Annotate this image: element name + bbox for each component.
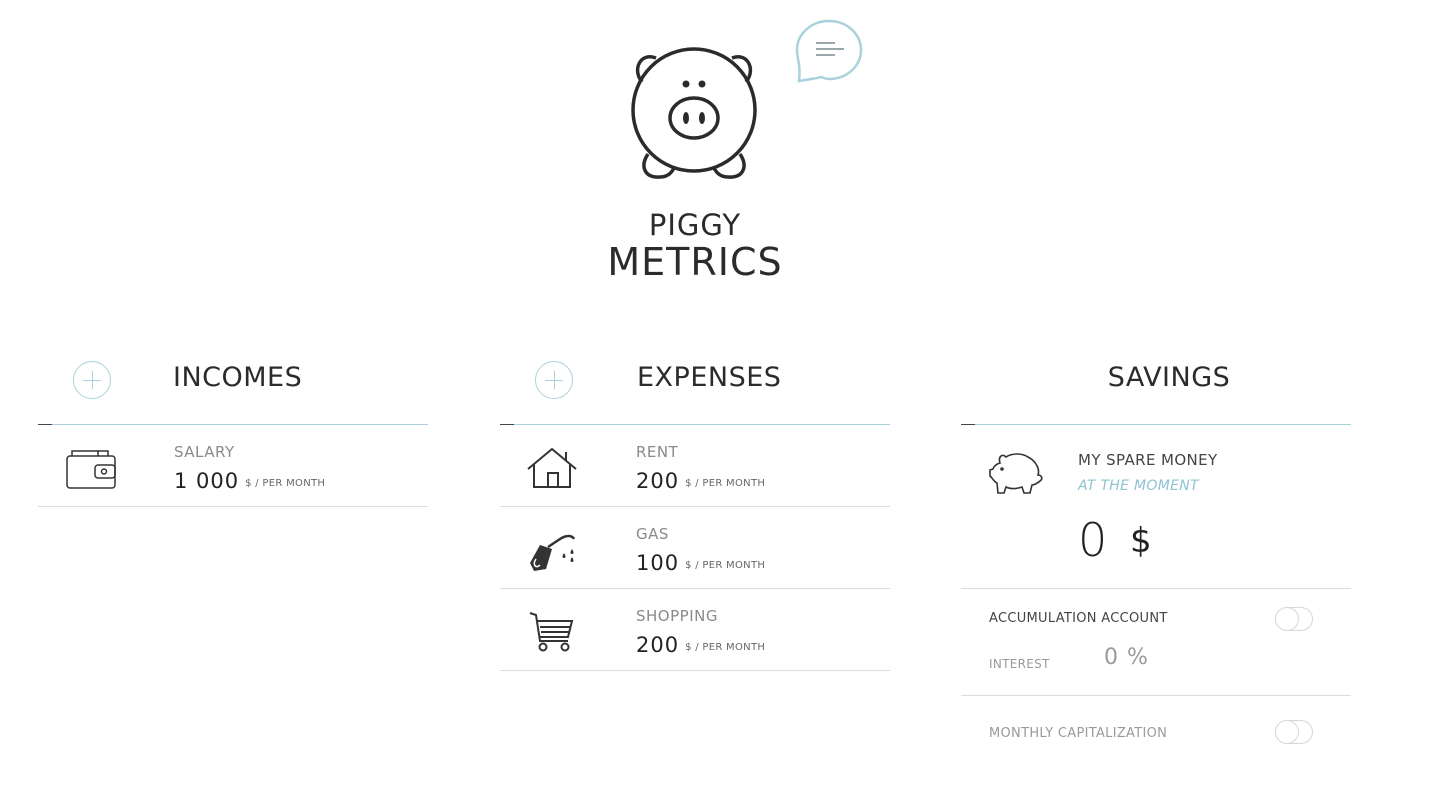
capitalization-label: MONTHLY CAPITALIZATION (989, 726, 1168, 741)
expenses-header: EXPENSES (500, 350, 890, 425)
income-amount-value: 1 000 (174, 469, 240, 493)
capitalization-toggle[interactable] (1275, 720, 1313, 744)
add-income-button[interactable] (73, 361, 111, 399)
chat-bubble-icon[interactable] (795, 19, 863, 85)
savings-sublabel: AT THE MOMENT (1078, 478, 1199, 494)
expense-unit: $ / PER MONTH (685, 642, 766, 653)
expenses-title: EXPENSES (637, 362, 782, 393)
accumulation-toggle[interactable] (1275, 607, 1313, 631)
shopping-cart-icon (529, 612, 574, 652)
savings-currency: $ (1130, 521, 1152, 561)
income-unit: $ / PER MONTH (245, 478, 326, 489)
capitalization-section: MONTHLY CAPITALIZATION (961, 696, 1351, 766)
interest-value[interactable]: 0 % (1104, 645, 1149, 670)
expense-unit: $ / PER MONTH (685, 478, 766, 489)
incomes-title: INCOMES (173, 362, 303, 393)
savings-label: MY SPARE MONEY (1078, 451, 1218, 469)
incomes-column: INCOMES SALARY 1 000 $ / PER MONTH (38, 350, 428, 507)
wallet-icon (66, 450, 116, 489)
income-row-salary[interactable]: SALARY 1 000 $ / PER MONTH (38, 425, 428, 507)
add-expense-button[interactable] (535, 361, 573, 399)
incomes-header: INCOMES (38, 350, 428, 425)
gas-pump-icon (530, 534, 576, 571)
interest-label: INTEREST (989, 657, 1050, 671)
savings-amount[interactable]: 0 (1078, 513, 1107, 567)
house-icon (527, 447, 577, 488)
expense-amount: 100 $ / PER MONTH (636, 551, 765, 575)
expense-amount: 200 $ / PER MONTH (636, 469, 765, 493)
expense-amount-value: 200 (636, 633, 680, 657)
piggy-bank-icon (989, 453, 1043, 494)
expense-name: GAS (636, 525, 669, 543)
expense-amount-value: 200 (636, 469, 680, 493)
expense-amount: 200 $ / PER MONTH (636, 633, 765, 657)
savings-header: SAVINGS (961, 350, 1351, 425)
expense-row-shopping[interactable]: SHOPPING 200 $ / PER MONTH (500, 589, 890, 671)
accumulation-label: ACCUMULATION ACCOUNT (989, 611, 1168, 626)
income-amount: 1 000 $ / PER MONTH (174, 469, 325, 493)
brand-title-bottom: METRICS (607, 240, 783, 284)
accumulation-section: ACCUMULATION ACCOUNT INTEREST 0 % (961, 589, 1351, 696)
brand-title-top: PIGGY (648, 208, 742, 242)
savings-summary: MY SPARE MONEY AT THE MOMENT 0 $ (961, 425, 1351, 589)
expense-unit: $ / PER MONTH (685, 560, 766, 571)
expense-amount-value: 100 (636, 551, 680, 575)
expense-name: RENT (636, 443, 679, 461)
piggy-logo-icon (631, 47, 757, 179)
expense-row-gas[interactable]: GAS 100 $ / PER MONTH (500, 507, 890, 589)
expenses-column: EXPENSES RENT 200 $ / PER MONTH GAS 100 … (500, 350, 890, 671)
expense-name: SHOPPING (636, 607, 718, 625)
savings-title: SAVINGS (1107, 362, 1231, 393)
income-name: SALARY (174, 443, 235, 461)
piggy-metrics-dashboard: PIGGY METRICS INCOMES SALARY 1 000 $ / PE… (0, 0, 1429, 798)
expense-row-rent[interactable]: RENT 200 $ / PER MONTH (500, 425, 890, 507)
savings-column: SAVINGS MY SPARE MONEY AT THE MOMENT 0 $… (961, 350, 1351, 766)
